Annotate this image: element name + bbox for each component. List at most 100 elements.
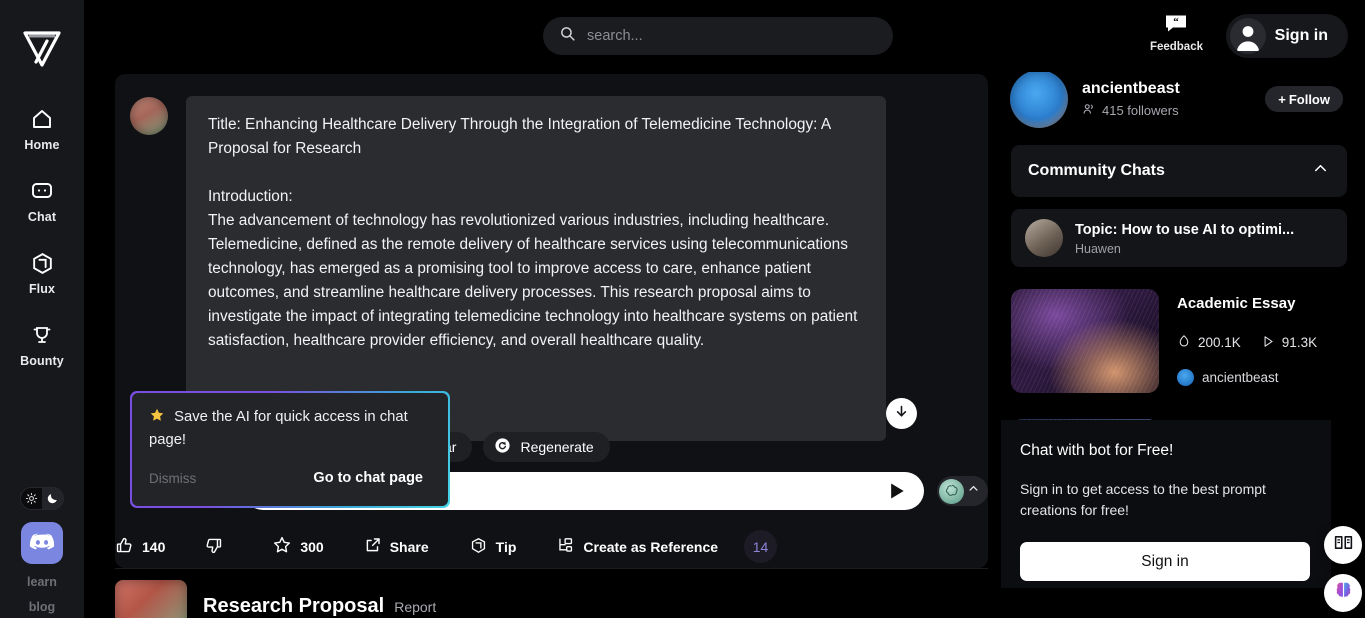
community-chat-title: Topic: How to use AI to optimi...	[1075, 221, 1295, 238]
search-input[interactable]	[587, 28, 867, 44]
favorite-count: 300	[300, 538, 324, 555]
regenerate-label: Regenerate	[520, 439, 594, 455]
favorite-button[interactable]: 300	[272, 535, 324, 558]
sun-icon[interactable]	[21, 488, 42, 509]
comment-count-badge[interactable]: 14	[744, 530, 778, 563]
community-chat-thumbnail	[1025, 219, 1063, 257]
brain-icon	[1332, 579, 1355, 607]
tip-button[interactable]: Tip	[469, 536, 517, 558]
reference-label: Create as Reference	[583, 538, 719, 555]
like-count: 140	[142, 538, 166, 555]
signin-promo-description: Sign in to get access to the best prompt…	[1020, 481, 1266, 518]
promo-likes-value: 200.1K	[1198, 335, 1241, 350]
app-logo[interactable]	[16, 20, 68, 72]
creator-name[interactable]: ancientbeast	[1082, 80, 1265, 98]
promo-stats: 200.1K 91.3K	[1177, 333, 1347, 352]
rail-bottom-group: learn blog	[0, 487, 84, 618]
app-root: Home Chat Flux Bounty learn blog search.…	[0, 0, 1365, 618]
tooltip-go-to-chat-button[interactable]: Go to chat page	[313, 470, 423, 486]
community-chat-item[interactable]: Topic: How to use AI to optimi... Huawen	[1011, 209, 1347, 267]
trophy-icon	[29, 322, 55, 348]
like-button[interactable]: 140	[115, 536, 165, 558]
community-chats-panel[interactable]: Community Chats	[1011, 145, 1347, 197]
flux-icon	[29, 250, 55, 276]
tooltip-inner: Save the AI for quick access in chat pag…	[132, 393, 448, 506]
search-icon	[559, 25, 576, 47]
create-as-reference-button[interactable]: Create as Reference	[556, 536, 718, 558]
sidebar-item-bounty[interactable]: Bounty	[0, 322, 84, 368]
search-bar[interactable]	[543, 17, 893, 55]
promo-thumbnail	[1011, 289, 1159, 393]
rail-link-blog[interactable]: blog	[29, 600, 55, 614]
sidebar-item-chat-label: Chat	[27, 210, 57, 224]
chat-bubble-icon	[29, 178, 55, 204]
arrow-down-circle-icon	[893, 403, 910, 425]
refresh-circle-icon	[494, 437, 511, 457]
top-header: “ Feedback Sign in	[84, 0, 1365, 72]
promo-runs: 91.3K	[1261, 334, 1317, 352]
play-icon	[1261, 334, 1275, 352]
model-selector[interactable]	[937, 476, 988, 506]
promo-likes: 200.1K	[1177, 333, 1241, 352]
sidebar-item-flux[interactable]: Flux	[0, 250, 84, 296]
sidebar-item-flux-label: Flux	[28, 282, 56, 296]
message-text: Title: Enhancing Healthcare Delivery Thr…	[208, 116, 858, 349]
openai-logo-icon	[939, 478, 964, 504]
tooltip-actions: Dismiss Go to chat page	[149, 470, 431, 486]
scroll-to-bottom-button[interactable]	[886, 398, 917, 429]
message-avatar	[130, 97, 168, 135]
signin-button-header[interactable]: Sign in	[1225, 14, 1348, 58]
promo-author-name: ancientbeast	[1202, 370, 1279, 385]
discord-icon[interactable]	[21, 522, 63, 564]
promo-author[interactable]: ancientbeast	[1177, 369, 1347, 386]
signin-promo-button[interactable]: Sign in	[1020, 542, 1310, 581]
follow-button[interactable]: + Follow	[1265, 86, 1343, 112]
next-item-tag: Report	[394, 598, 437, 615]
tooltip-title-row: Save the AI for quick access in chat pag…	[149, 406, 431, 452]
share-icon	[364, 536, 382, 557]
community-chat-meta: Topic: How to use AI to optimi... Huawen	[1075, 221, 1294, 256]
creator-followers: 415 followers	[1082, 102, 1265, 119]
feedback-label: Feedback	[1149, 41, 1203, 53]
theme-toggle[interactable]	[20, 487, 64, 510]
regenerate-button[interactable]: Regenerate	[483, 432, 610, 462]
community-chat-author: Huawen	[1075, 241, 1121, 256]
next-item-preview[interactable]: Research Proposal Report	[115, 580, 436, 618]
creator-followers-count: 415 followers	[1102, 102, 1179, 118]
next-item-title: Research Proposal	[203, 594, 385, 617]
sidebar-item-home[interactable]: Home	[0, 106, 84, 152]
signin-promo-title: Chat with bot for Free!	[1020, 442, 1174, 459]
sidebar-item-home-label: Home	[24, 138, 60, 152]
share-button[interactable]: Share	[364, 536, 429, 557]
promo-title: Academic Essay	[1177, 295, 1296, 312]
feedback-button[interactable]: “ Feedback	[1150, 14, 1203, 53]
tip-icon	[469, 536, 488, 558]
tip-label: Tip	[495, 538, 517, 555]
message-row: Title: Enhancing Healthcare Delivery Thr…	[115, 96, 988, 441]
creator-avatar[interactable]	[1010, 70, 1068, 128]
sidebar-item-bounty-label: Bounty	[20, 354, 64, 368]
rail-link-learn[interactable]: learn	[27, 575, 57, 589]
nav-list: Home Chat Flux Bounty	[0, 106, 84, 368]
send-icon[interactable]	[884, 478, 910, 504]
ai-assistant-float-button[interactable]	[1324, 574, 1362, 612]
share-label: Share	[389, 538, 429, 555]
star-emoji-icon	[149, 408, 169, 425]
tooltip-dismiss-button[interactable]: Dismiss	[149, 471, 196, 486]
promo-card[interactable]: Academic Essay 200.1K 91.3K ancientbeast	[1011, 289, 1347, 393]
signin-promo-panel: Chat with bot for Free! Sign in to get a…	[1001, 420, 1331, 588]
main-content: Title: Enhancing Healthcare Delivery Thr…	[84, 72, 1059, 618]
thumbs-down-icon	[204, 536, 223, 558]
chevron-up-icon	[966, 481, 981, 501]
chevron-up-icon[interactable]	[1311, 159, 1330, 183]
dislike-button[interactable]	[204, 536, 231, 558]
sidebar-item-chat[interactable]: Chat	[0, 178, 84, 224]
promo-runs-value: 91.3K	[1281, 335, 1318, 350]
message-body: Title: Enhancing Healthcare Delivery Thr…	[186, 96, 886, 441]
quote-icon: “	[1164, 14, 1188, 38]
creator-meta: ancientbeast 415 followers	[1082, 80, 1265, 119]
star-icon	[272, 535, 292, 558]
library-float-button[interactable]	[1324, 526, 1362, 564]
promo-meta: Academic Essay 200.1K 91.3K ancientbeast	[1177, 289, 1347, 393]
moon-icon[interactable]	[42, 488, 63, 509]
